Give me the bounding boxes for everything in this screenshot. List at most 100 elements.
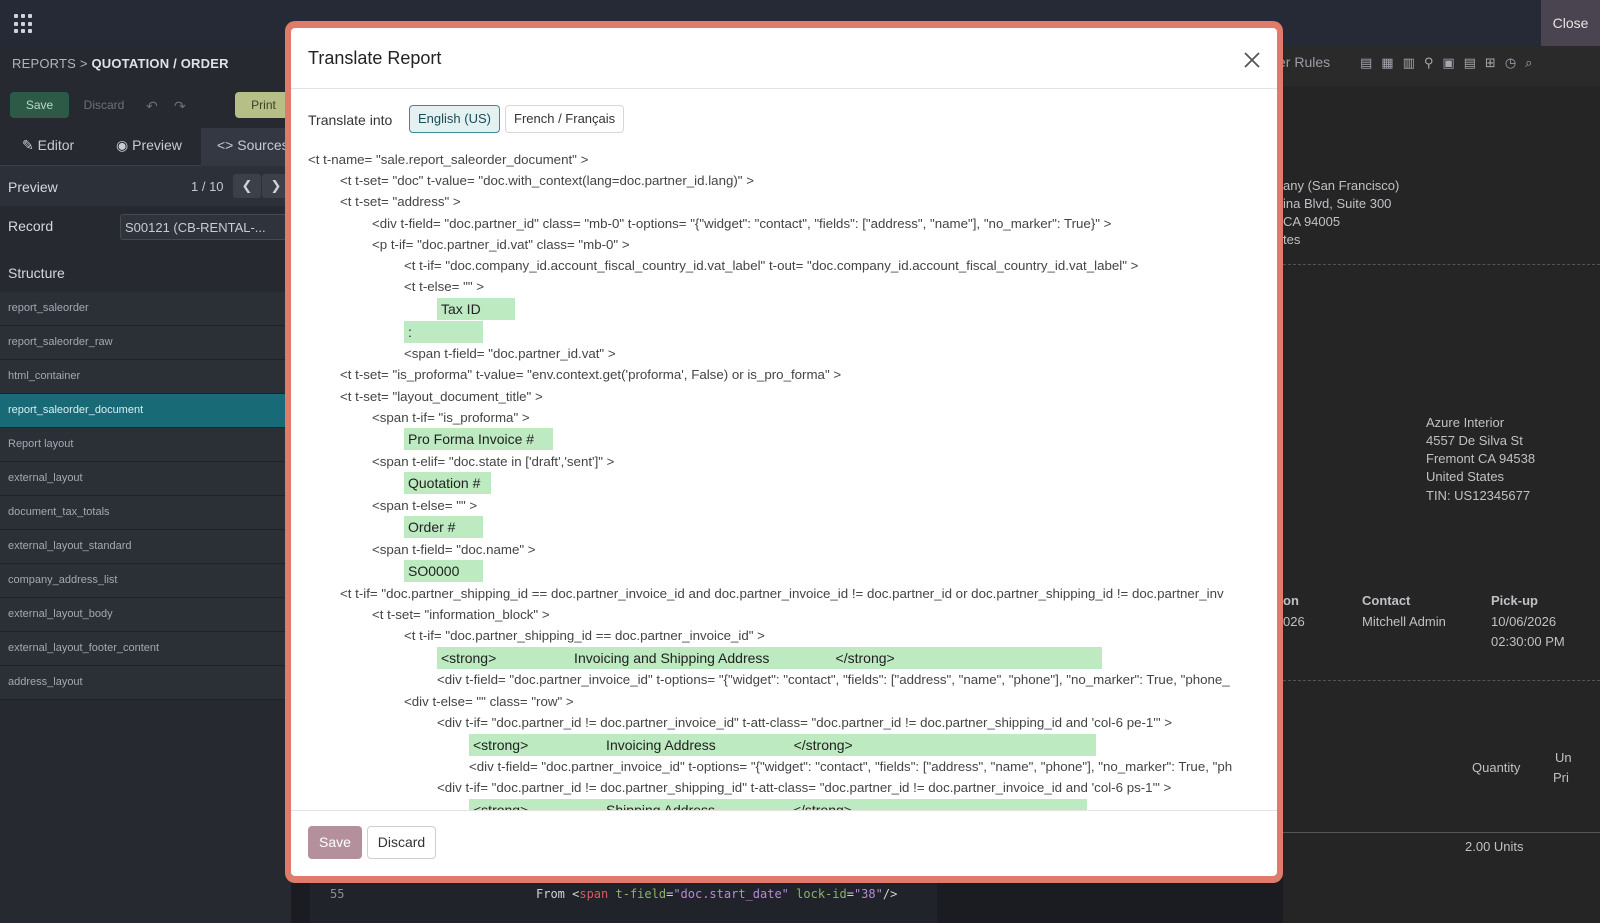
customer-address-line: Azure Interior (1426, 415, 1505, 430)
translate-report-dialog: Translate Report Translate into English … (291, 28, 1277, 876)
customer-address-line: United States (1426, 469, 1505, 484)
code-icon: <> (217, 137, 234, 153)
preview-label: Preview (8, 179, 58, 195)
translate-into-label: Translate into (308, 112, 393, 128)
structure-item[interactable]: external_layout_footer_content (0, 632, 291, 666)
info-value: 026 (1283, 614, 1305, 629)
code-line: <t t-set= "layout_document_title" > (340, 389, 543, 404)
code-line: <div t-if= "doc.partner_id != doc.partne… (437, 780, 1172, 795)
record-label: Record (8, 218, 54, 234)
print-button[interactable]: Print (235, 92, 292, 118)
translatable-term[interactable]: Pro Forma Invoice # (404, 428, 553, 450)
discard-button[interactable]: Discard (76, 92, 132, 118)
code-line: <div t-else= "" class= "row" > (404, 694, 574, 709)
lang-button-fr[interactable]: French / Français (505, 105, 625, 133)
divider (291, 810, 1277, 811)
save-button[interactable]: Save (10, 92, 69, 118)
dialog-discard-button[interactable]: Discard (367, 826, 436, 859)
structure-item[interactable]: report_saleorder (0, 292, 291, 326)
tab-sources[interactable]: <> Sources (201, 128, 291, 166)
close-icon[interactable] (1241, 49, 1263, 71)
lang-button-en[interactable]: English (US) (409, 105, 500, 133)
info-value: 02:30:00 PM (1491, 634, 1565, 649)
translatable-term[interactable]: <strong> Invoicing and Shipping Address … (437, 647, 1102, 669)
company-address-line: CA 94005 (1283, 214, 1341, 229)
structure-item[interactable]: company_address_list (0, 564, 291, 598)
code-line: <t t-if= "doc.partner_shipping_id == doc… (340, 586, 1224, 601)
company-address-line: tes (1283, 232, 1301, 247)
translatable-term[interactable]: Tax ID (437, 298, 515, 320)
breadcrumb-separator: > (79, 56, 88, 71)
structure-item[interactable]: report_saleorder_raw (0, 326, 291, 360)
redo-icon[interactable]: ↷ (174, 98, 186, 115)
translatable-term[interactable]: : (404, 321, 483, 343)
info-value: Mitchell Admin (1362, 614, 1446, 629)
breadcrumb: REPORTS > QUOTATION / ORDER (12, 56, 229, 71)
dialog-save-button[interactable]: Save (308, 826, 362, 859)
customer-address-line: TIN: US12345677 (1426, 488, 1531, 503)
info-header: on (1283, 593, 1299, 608)
code-line: From <span t-field="doc.start_date" lock… (536, 887, 898, 901)
apps-grid-icon[interactable] (14, 14, 34, 34)
tab-editor-label: Editor (37, 137, 75, 153)
code-line: <span t-if= "is_proforma" > (372, 410, 530, 425)
translatable-term[interactable]: Quotation # (404, 472, 491, 494)
code-line: <t t-set= "is_proforma" t-value= "env.co… (340, 367, 842, 382)
info-header: Contact (1362, 593, 1411, 608)
structure-item-active[interactable]: report_saleorder_document (0, 394, 291, 428)
tab-editor[interactable]: ✎ Editor (22, 128, 74, 166)
code-line: <p t-if= "doc.partner_id.vat" class= "mb… (372, 237, 630, 252)
rules-link[interactable]: er Rules (1278, 54, 1330, 70)
view-switcher-icons[interactable]: ▤▦▥⚲▣▤⊞◷⌕ (1360, 55, 1541, 71)
code-line: <t t-if= "doc.partner_shipping_id == doc… (404, 628, 765, 643)
code-line: <t t-set= "doc" t-value= "doc.with_conte… (340, 173, 754, 188)
close-editor-button[interactable]: Close (1541, 0, 1600, 46)
structure-item[interactable]: html_container (0, 360, 291, 394)
code-line: <span t-field= "doc.name" > (372, 542, 536, 557)
table-header: Un (1555, 750, 1572, 765)
pager-prev-button[interactable]: ❮ (233, 174, 261, 198)
chevron-left-icon: ❮ (241, 178, 253, 193)
info-header: Pick-up (1491, 593, 1538, 608)
code-line: <div t-field= "doc.partner_invoice_id" t… (437, 672, 1230, 687)
structure-item[interactable]: external_layout (0, 462, 291, 496)
structure-item[interactable]: Report layout (0, 428, 291, 462)
tab-preview[interactable]: ◉ Preview (116, 128, 182, 166)
code-line: <t t-else= "" > (404, 279, 485, 294)
divider (1283, 832, 1600, 833)
quantity-value: 2.00 Units (1465, 839, 1524, 854)
structure-item[interactable]: external_layout_standard (0, 530, 291, 564)
record-select[interactable]: S00121 (CB-RENTAL-... (120, 214, 290, 240)
translatable-term[interactable]: <strong> Invoicing Address </strong> (469, 734, 1096, 756)
code-line: <t t-set= "address" > (340, 194, 461, 209)
structure-item[interactable]: external_layout_body (0, 598, 291, 632)
divider (1283, 264, 1600, 265)
code-line: <t t-name= "sale.report_saleorder_docume… (308, 152, 589, 167)
company-address-line: any (San Francisco) (1283, 178, 1400, 193)
code-line: <t t-set= "information_block" > (372, 607, 550, 622)
table-header: Pri (1553, 770, 1569, 785)
undo-icon[interactable]: ↶ (146, 98, 158, 115)
breadcrumb-parent[interactable]: REPORTS (12, 56, 76, 71)
code-line: <div t-field= "doc.partner_id" class= "m… (372, 216, 1112, 231)
translation-source: <t t-name= "sale.report_saleorder_docume… (291, 148, 1277, 810)
code-line: <span t-elif= "doc.state in ['draft','se… (372, 454, 615, 469)
eye-icon: ◉ (116, 137, 129, 153)
code-line: <t t-if= "doc.company_id.account_fiscal_… (404, 258, 1139, 273)
code-line: <span t-else= "" > (372, 498, 478, 513)
tab-sources-label: Sources (237, 137, 289, 153)
customer-address-line: Fremont CA 94538 (1426, 451, 1536, 466)
structure-item[interactable]: address_layout (0, 666, 291, 700)
translatable-term[interactable]: SO0000 (404, 560, 483, 582)
info-value: 10/06/2026 (1491, 614, 1557, 629)
breadcrumb-current: QUOTATION / ORDER (91, 56, 229, 71)
dialog-title: Translate Report (308, 48, 442, 68)
translatable-term[interactable]: <strong> Shipping Address </strong> (469, 799, 1087, 810)
structure-item[interactable]: document_tax_totals (0, 496, 291, 530)
preview-counter: 1 / 10 (191, 179, 224, 194)
pencil-icon: ✎ (22, 137, 34, 153)
company-address-line: ina Blvd, Suite 300 (1283, 196, 1392, 211)
divider (1283, 680, 1600, 681)
translatable-term[interactable]: Order # (404, 516, 483, 538)
divider (291, 88, 1277, 89)
